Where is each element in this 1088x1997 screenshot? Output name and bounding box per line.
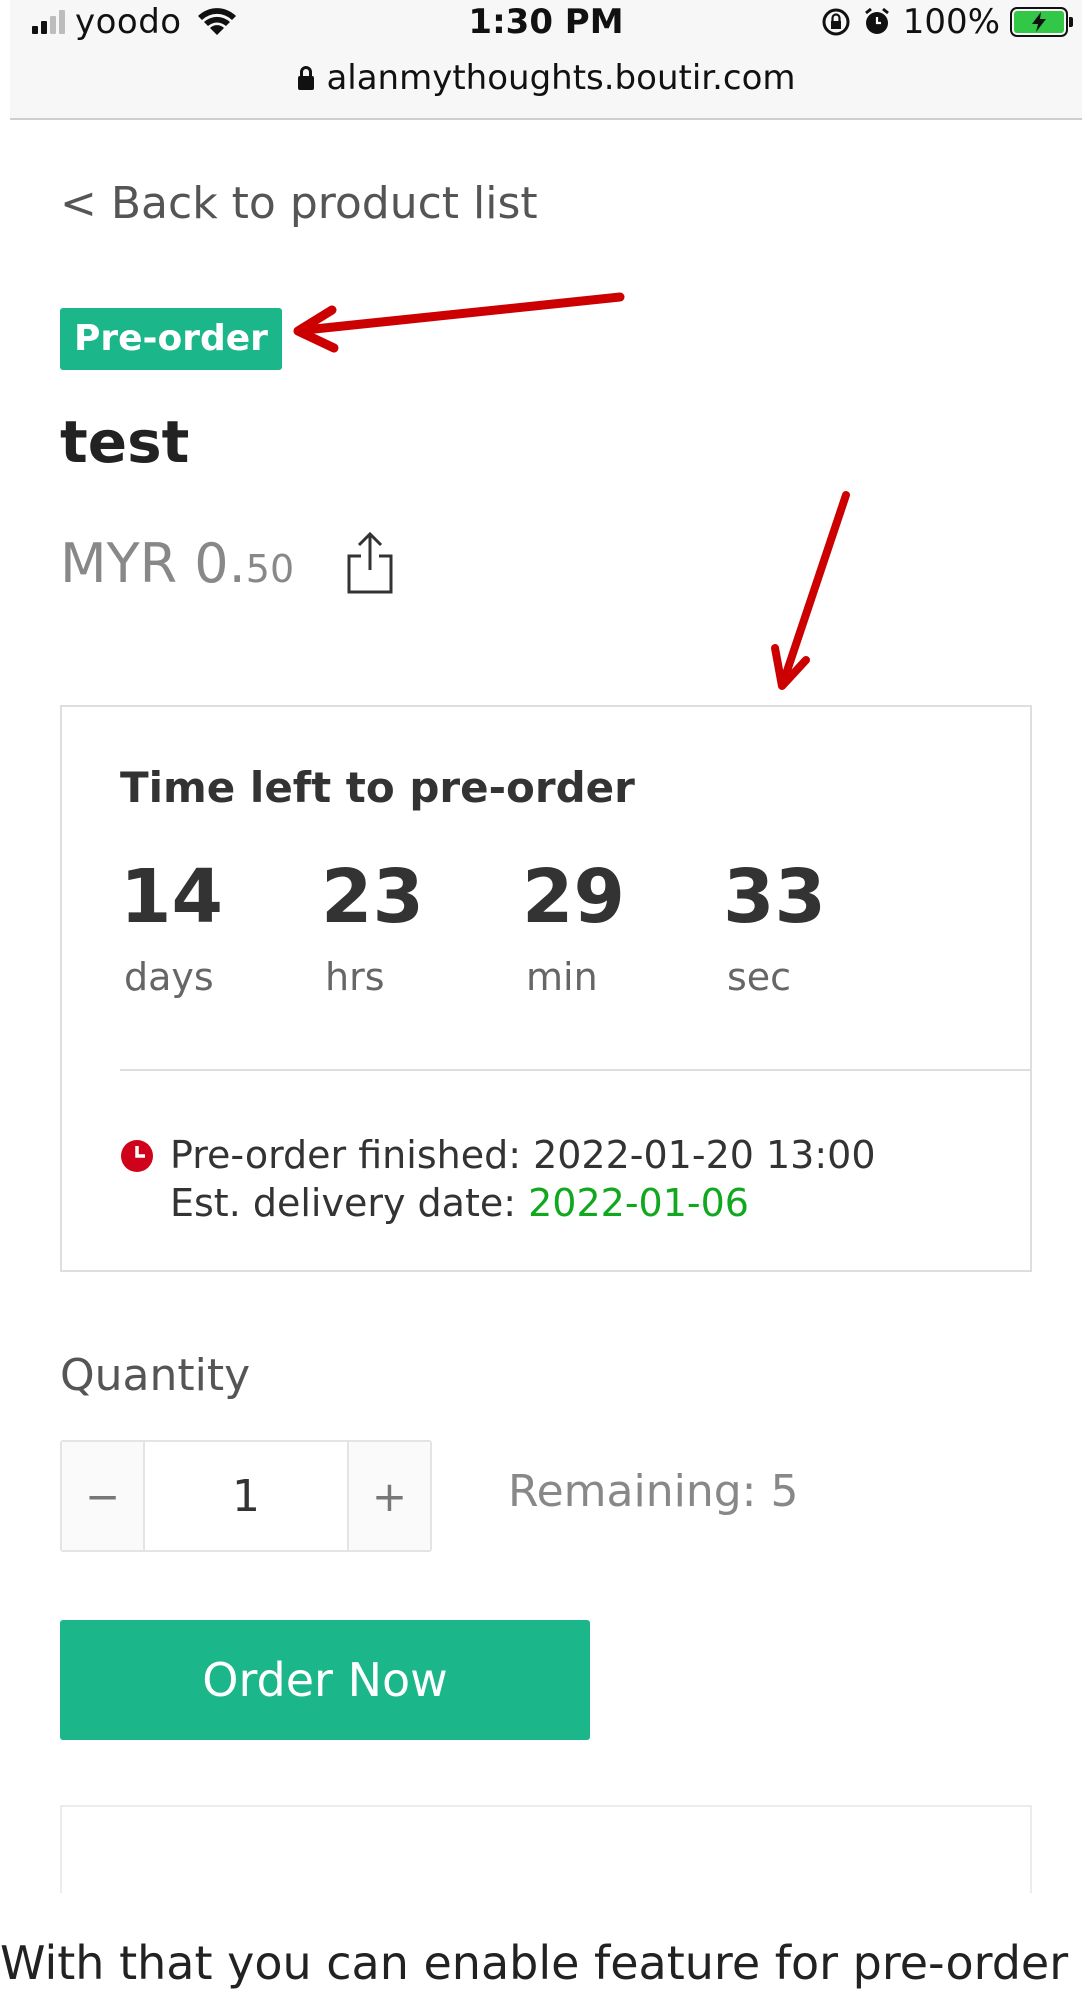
caption-text: With that you can enable feature for pre… — [0, 1936, 1069, 1990]
delivery-date-line: Est. delivery date: 2022-01-06 — [170, 1179, 876, 1227]
battery-icon — [1010, 7, 1073, 37]
decrease-quantity-button[interactable]: − — [62, 1442, 144, 1550]
preorder-countdown-panel: Time left to pre-order 14 days 23 hrs 29… — [60, 705, 1032, 1272]
product-price: MYR 0.50 — [60, 532, 294, 595]
quantity-label: Quantity — [60, 1350, 251, 1401]
next-section-card — [60, 1805, 1032, 1893]
back-to-product-list-link[interactable]: < Back to product list — [60, 178, 538, 229]
delivery-date: 2022-01-06 — [528, 1181, 749, 1225]
arrow-to-badge-icon — [293, 292, 625, 353]
browser-viewport: yoodo 1:30 PM 100% alanmythoughts.boutir… — [10, 0, 1082, 1893]
charging-bolt-icon — [1032, 12, 1046, 32]
countdown-days: 14 days — [120, 857, 321, 999]
countdown-value: 14 — [120, 854, 223, 940]
preorder-finished-text: Pre-order finished: 2022-01-20 13:00 — [170, 1133, 876, 1177]
countdown-seconds: 33 sec — [723, 857, 924, 999]
countdown-label: hrs — [325, 955, 385, 999]
increase-quantity-button[interactable]: + — [346, 1442, 430, 1550]
preorder-info: Pre-order finished: 2022-01-20 13:00 Est… — [120, 1131, 876, 1227]
arrow-to-countdown-icon — [771, 491, 850, 690]
price-cents: 50 — [245, 547, 295, 591]
price-main: MYR 0. — [60, 532, 246, 595]
status-bar: yoodo 1:30 PM 100% alanmythoughts.boutir… — [10, 0, 1082, 120]
countdown-label: min — [526, 955, 598, 999]
countdown-value: 23 — [321, 854, 424, 940]
countdown-value: 33 — [723, 854, 826, 940]
countdown-hours: 23 hrs — [321, 857, 522, 999]
countdown-divider — [120, 1069, 1030, 1071]
countdown-value: 29 — [522, 854, 625, 940]
battery-percentage: 100% — [902, 2, 1000, 42]
preorder-badge: Pre-order — [60, 308, 282, 370]
lock-icon — [298, 66, 315, 90]
clock-icon — [121, 1140, 153, 1172]
countdown-title: Time left to pre-order — [120, 763, 635, 812]
product-title: test — [60, 408, 190, 476]
address-bar[interactable]: alanmythoughts.boutir.com — [10, 54, 1082, 102]
quantity-input[interactable]: 1 — [143, 1442, 347, 1550]
alarm-icon — [864, 7, 889, 34]
remaining-stock: Remaining: 5 — [508, 1466, 799, 1517]
quantity-stepper: − 1 + — [60, 1440, 432, 1552]
rotation-lock-icon — [822, 8, 850, 36]
countdown-minutes: 29 min — [522, 857, 723, 999]
url-text[interactable]: alanmythoughts.boutir.com — [326, 58, 795, 98]
order-now-button[interactable]: Order Now — [60, 1620, 590, 1740]
countdown-label: sec — [727, 955, 792, 999]
status-right: 100% — [821, 2, 1073, 42]
delivery-label: Est. delivery date: — [170, 1181, 529, 1225]
countdown-units: 14 days 23 hrs 29 min 33 sec — [120, 857, 924, 999]
share-icon[interactable] — [342, 530, 398, 596]
countdown-label: days — [124, 955, 214, 999]
